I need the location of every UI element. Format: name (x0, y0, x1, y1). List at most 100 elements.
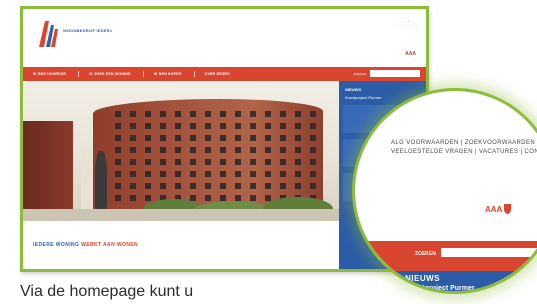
nav-divider (142, 71, 144, 77)
building-window (220, 159, 226, 165)
building-window (190, 195, 196, 201)
building-window (220, 195, 226, 201)
building-window (160, 147, 166, 153)
building-window (295, 123, 301, 129)
text-size-label[interactable]: AAA (485, 205, 502, 214)
building-window (145, 171, 151, 177)
building-window (250, 123, 256, 129)
building-window (145, 147, 151, 153)
building-window (190, 111, 196, 117)
slogan-text: IEDERE WONING WERKT AAN WONEN (33, 242, 138, 248)
building-window (280, 123, 286, 129)
building-left (23, 121, 73, 221)
building-window (295, 111, 301, 117)
building-window (295, 147, 301, 153)
nav-item-huurder[interactable]: IK BEN HUURDER (33, 72, 66, 76)
building-window (205, 195, 211, 201)
building-window (145, 135, 151, 141)
building-window (190, 135, 196, 141)
main-nav: IK BEN HUURDER IK ZOEK EEN WONING IK BEN… (23, 67, 426, 81)
building-window (175, 135, 181, 141)
building-window (160, 183, 166, 189)
building-window (280, 135, 286, 141)
building-window (190, 183, 196, 189)
logo-text: WOONBEDRIJF IEDER1 (63, 28, 113, 33)
magnifier-circle: ALG VOORWAARDEN | ZOEKVOORWAARDEN VEELGE… (352, 88, 537, 294)
building-window (160, 135, 166, 141)
building-window (205, 135, 211, 141)
building-window (295, 135, 301, 141)
building-window (130, 195, 136, 201)
magnified-news-item[interactable]: Kunstproject Purmer (405, 285, 475, 291)
magnified-news-title: NIEUWS (405, 274, 440, 283)
text-size-tools[interactable]: AAA (405, 51, 416, 57)
building-window (115, 159, 121, 165)
building-window (220, 183, 226, 189)
top-link-line[interactable]: ········ ··· ···· (338, 27, 418, 31)
building-window (235, 147, 241, 153)
building-window (145, 111, 151, 117)
ground (23, 209, 339, 221)
hero-photo (23, 81, 339, 221)
building-window (190, 147, 196, 153)
building-window (205, 123, 211, 129)
building-window (265, 147, 271, 153)
building-window (220, 123, 226, 129)
building-window (145, 195, 151, 201)
nav-divider (193, 71, 195, 77)
building-window (115, 195, 121, 201)
building-window (310, 123, 316, 129)
magnified-link-line[interactable]: VEELGESTELDE VRAGEN | VACATURES | CONTAC… (391, 148, 537, 157)
magnified-link-line[interactable]: ALG VOORWAARDEN | ZOEKVOORWAARDEN (391, 139, 537, 148)
building-window (115, 183, 121, 189)
building-window (175, 147, 181, 153)
building-window (175, 111, 181, 117)
building-window (145, 123, 151, 129)
building-window (145, 183, 151, 189)
top-links[interactable]: ··· ········ | ········ ···· ··· ···· ··… (338, 19, 418, 31)
building-window (175, 159, 181, 165)
building-window (310, 111, 316, 117)
building-window (250, 171, 256, 177)
shield-icon[interactable] (504, 204, 512, 214)
building-window (220, 111, 226, 117)
nav-search-input[interactable] (370, 70, 420, 77)
nav-item-zoek-woning[interactable]: IK ZOEK EEN WONING (89, 72, 131, 76)
person-figure (81, 149, 93, 209)
building-window (280, 159, 286, 165)
building-window (250, 195, 256, 201)
slogan-bar: IEDERE WONING WERKT AAN WONEN (23, 221, 339, 269)
building-window (250, 159, 256, 165)
building-window (145, 159, 151, 165)
building-window (130, 111, 136, 117)
building-window (310, 135, 316, 141)
building-window (250, 183, 256, 189)
building-window (190, 159, 196, 165)
building-window (175, 183, 181, 189)
building-window (265, 183, 271, 189)
building-window (265, 111, 271, 117)
building-window (175, 171, 181, 177)
building-window (310, 171, 316, 177)
magnified-search-label: ZOEKEN (415, 251, 436, 257)
building-window (310, 183, 316, 189)
building-window (205, 159, 211, 165)
building-window (235, 111, 241, 117)
building-window (310, 147, 316, 153)
building-window (130, 159, 136, 165)
building-window (130, 183, 136, 189)
magnified-text-size-tools[interactable]: AAA (485, 204, 512, 214)
nav-item-over[interactable]: OVER IEDER1 (205, 72, 231, 76)
building-window (265, 171, 271, 177)
slogan-part1: IEDERE WONING (33, 242, 80, 248)
building-window (235, 183, 241, 189)
building-window (250, 147, 256, 153)
building-window (235, 135, 241, 141)
nav-search-label: ZOEKEN (353, 72, 366, 76)
building-window (280, 183, 286, 189)
building-window (205, 171, 211, 177)
nav-item-koper[interactable]: IK BEN KOPER (154, 72, 182, 76)
building-window (130, 123, 136, 129)
magnified-search-input[interactable] (441, 248, 537, 257)
building-window (160, 111, 166, 117)
